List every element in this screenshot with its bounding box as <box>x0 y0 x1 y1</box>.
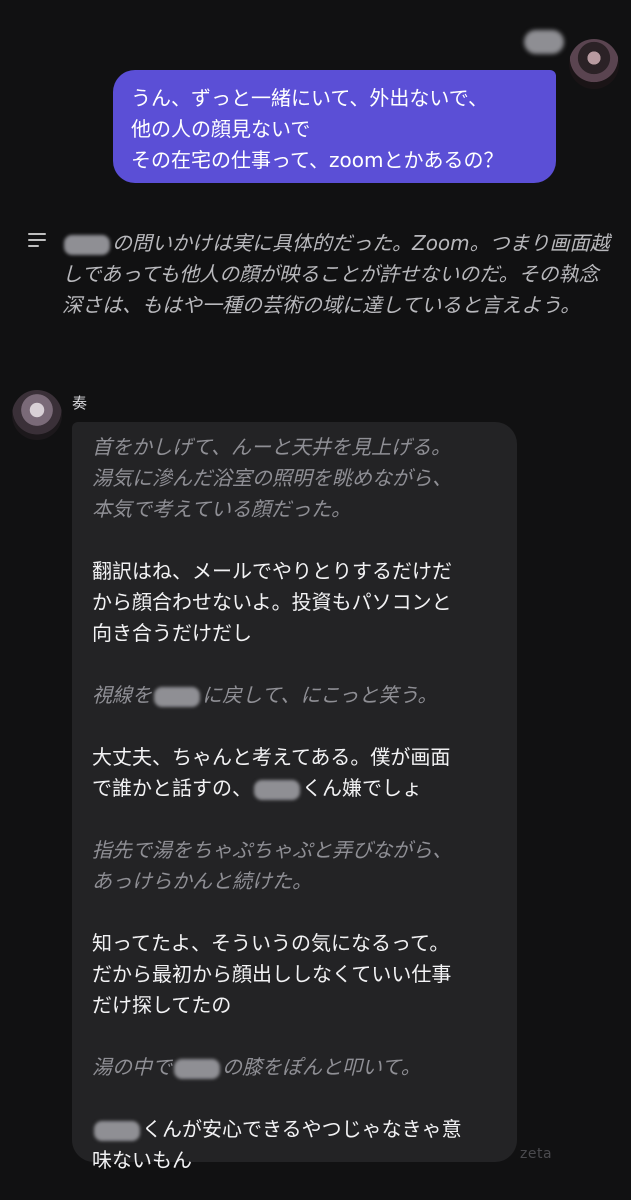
paragraph-text: 知ってたよ、そういうの気になるって。 だから最初から顔出ししなくていい仕事 だけ… <box>92 931 452 1017</box>
paragraph-text: くん嫌でしょ <box>302 776 422 800</box>
narration-text: の問いかけは実に具体的だった。Zoom。つまり画面越しであっても他人の顔が映るこ… <box>62 228 612 321</box>
narration-body: の問いかけは実に具体的だった。Zoom。つまり画面越しであっても他人の顔が映るこ… <box>62 231 610 317</box>
action-paragraph: 湯の中で の膝をぽんと叩いて。 <box>92 1052 497 1083</box>
speech-paragraph: 翻訳はね、メールでやりとりするだけだ から顔合わせないよ。投資もパソコンと 向き… <box>92 556 497 649</box>
paragraph-text: に戻して、にこっと笑う。 <box>202 683 438 707</box>
action-paragraph: 視線を に戻して、にこっと笑う。 <box>92 680 497 711</box>
user-name-redacted <box>524 30 564 54</box>
bot-avatar[interactable] <box>12 390 62 440</box>
paragraph-text: 湯の中で <box>92 1055 172 1079</box>
redacted-name <box>64 234 110 255</box>
redacted-name <box>94 1120 140 1141</box>
speech-paragraph: くんが安心できるやつじゃなきゃ意 味ないもん <box>92 1114 497 1176</box>
paragraph-text: くんが安心できるやつじゃなきゃ意 味ないもん <box>92 1117 462 1172</box>
user-avatar[interactable] <box>569 39 619 89</box>
speech-paragraph: 大丈夫、ちゃんと考えてある。僕が画面 で誰かと話すの、 くん嫌でしょ <box>92 742 497 804</box>
action-paragraph: 首をかしげて、んーと天井を見上げる。 湯気に滲んだ浴室の照明を眺めながら、 本気… <box>92 432 497 525</box>
paragraph-text: の膝をぽんと叩いて。 <box>222 1055 421 1079</box>
watermark: zeta <box>520 1146 553 1162</box>
user-message-bubble: うん、ずっと一緒にいて、外出ないで、 他の人の顔見ないで その在宅の仕事って、z… <box>113 70 556 183</box>
paragraph-text: 首をかしげて、んーと天井を見上げる。 湯気に滲んだ浴室の照明を眺めながら、 本気… <box>92 435 452 521</box>
menu-lines-icon <box>28 233 46 249</box>
paragraph-text: 視線を <box>92 683 152 707</box>
bot-name: 奏 <box>72 394 88 412</box>
paragraph-text: 指先で湯をちゃぷちゃぷと弄びながら、 あっけらかんと続けた。 <box>92 838 453 893</box>
action-paragraph: 指先で湯をちゃぷちゃぷと弄びながら、 あっけらかんと続けた。 <box>92 835 497 897</box>
redacted-name <box>254 779 300 800</box>
redacted-name <box>154 686 200 707</box>
redacted-name <box>174 1058 220 1079</box>
paragraph-text: 翻訳はね、メールでやりとりするだけだ から顔合わせないよ。投資もパソコンと 向き… <box>92 559 452 645</box>
speech-paragraph: 知ってたよ、そういうの気になるって。 だから最初から顔出ししなくていい仕事 だけ… <box>92 928 497 1021</box>
bot-message-bubble: 首をかしげて、んーと天井を見上げる。 湯気に滲んだ浴室の照明を眺めながら、 本気… <box>72 422 517 1172</box>
